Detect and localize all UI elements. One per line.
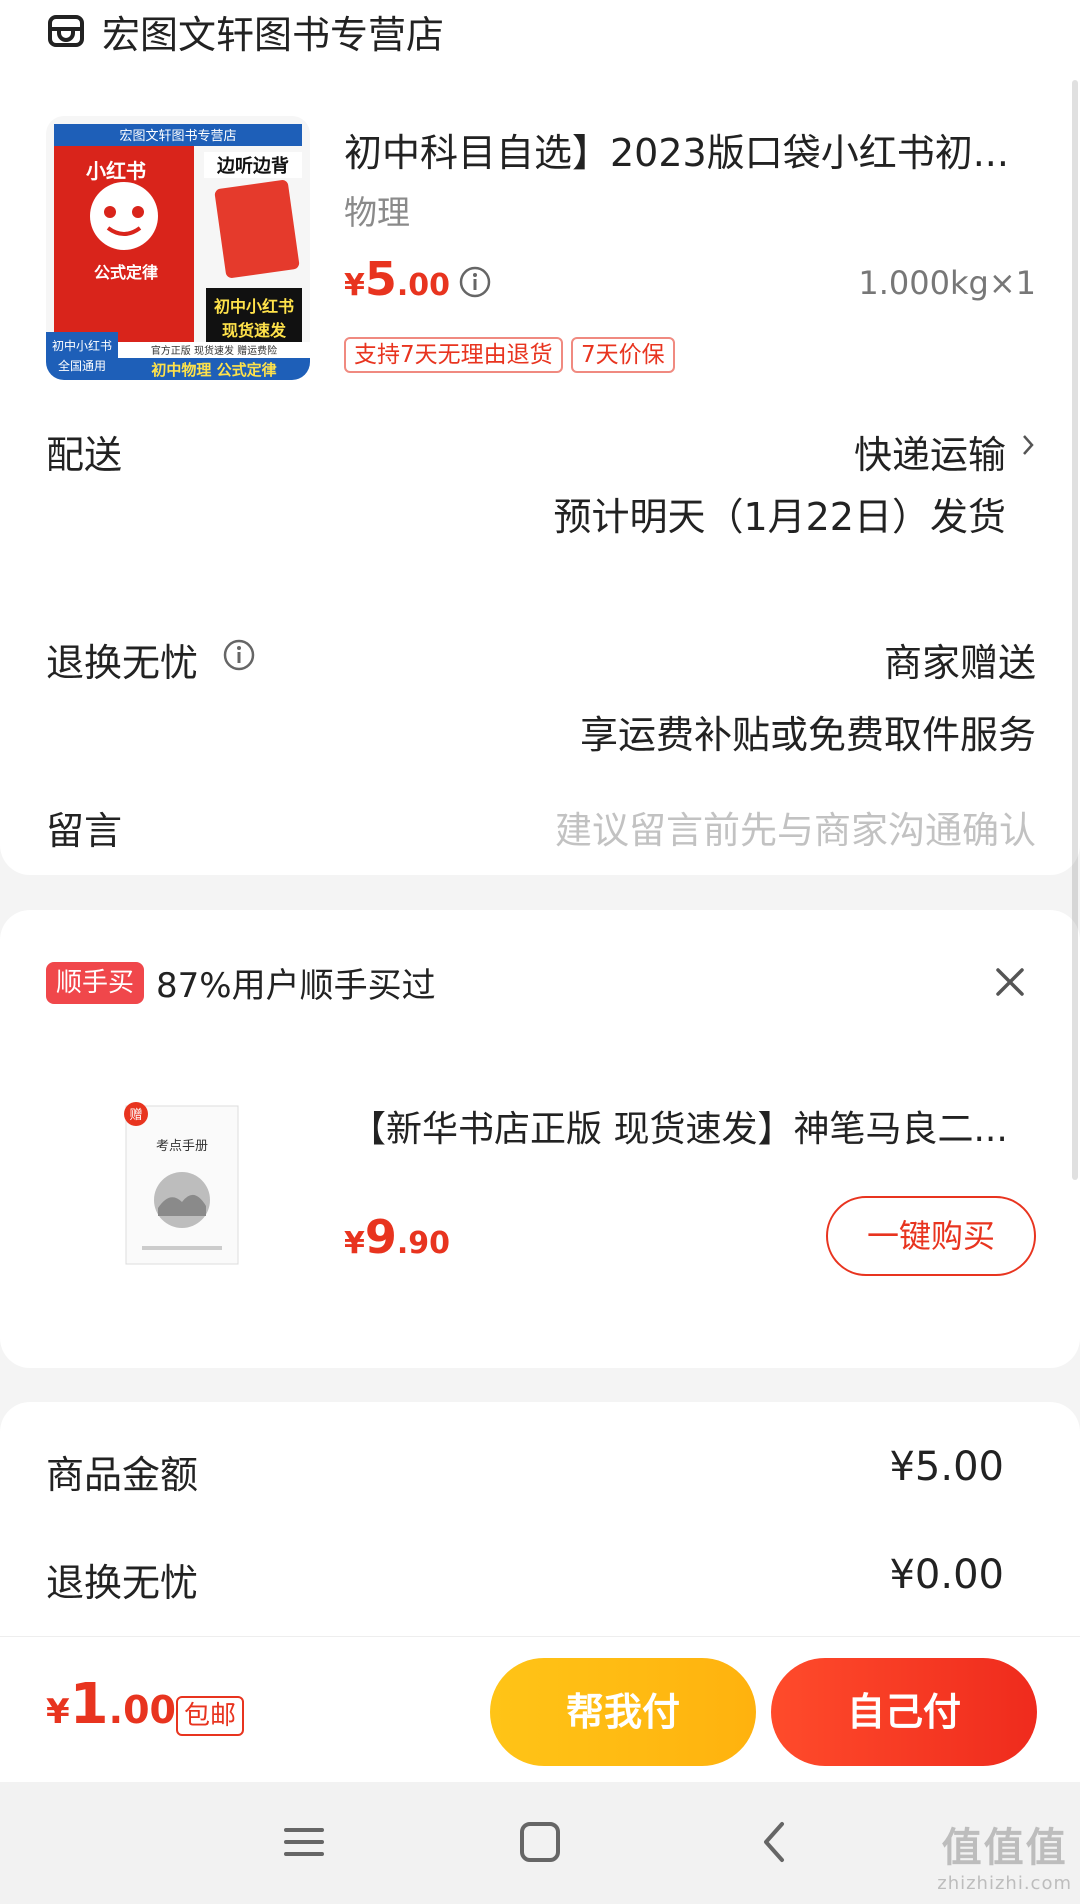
return-service-label: 退换无忧 bbox=[46, 641, 199, 685]
price-integer: 9 bbox=[364, 1210, 397, 1264]
help-pay-button[interactable]: 帮我付 bbox=[490, 1658, 756, 1766]
recommend-item-image[interactable]: 赠 考点手册 bbox=[118, 1100, 246, 1270]
cover-brand: 小红书 bbox=[86, 159, 146, 183]
close-icon[interactable] bbox=[990, 962, 1030, 1002]
store-header[interactable]: 宏图文轩图书专营店 bbox=[46, 6, 445, 57]
watermark-url: zhizhizhi.com bbox=[937, 1873, 1072, 1894]
watermark: 值值值 zhizhizhi.com bbox=[937, 1815, 1072, 1894]
system-nav-bar bbox=[0, 1782, 1080, 1904]
delivery-label: 配送 bbox=[46, 433, 123, 477]
store-name: 宏图文轩图书专营店 bbox=[102, 12, 445, 57]
price-currency: ¥ bbox=[344, 268, 365, 303]
product-price: ¥5.00 bbox=[344, 252, 450, 306]
summary-label-return: 退换无忧 bbox=[46, 1561, 199, 1605]
cover-listen: 边听边背 bbox=[216, 155, 289, 177]
summary-value-goods: ¥5.00 bbox=[889, 1444, 1004, 1490]
recent-apps-icon[interactable] bbox=[282, 1812, 326, 1872]
book-title: 考点手册 bbox=[156, 1139, 208, 1154]
total-decimal: .00 bbox=[108, 1688, 176, 1732]
chevron-right-icon[interactable] bbox=[1020, 430, 1038, 460]
back-icon[interactable] bbox=[756, 1812, 792, 1872]
cover-bottom-strip: 官方正版 现货速发 赠运费险 bbox=[151, 344, 277, 357]
cover-title: 公式定律 bbox=[94, 263, 158, 282]
return-info-icon[interactable] bbox=[222, 638, 256, 672]
message-label: 留言 bbox=[46, 809, 123, 853]
product-title[interactable]: 初中科目自选】2023版口袋小红书初... bbox=[344, 122, 1044, 177]
return-service-value: 商家赠送 bbox=[883, 641, 1036, 685]
delivery-method[interactable]: 快递运输 bbox=[854, 424, 1006, 479]
cover-promo-2: 现货速发 bbox=[222, 321, 287, 340]
total-price: ¥1.00 bbox=[46, 1672, 176, 1737]
watermark-logo: 值值值 bbox=[941, 1825, 1068, 1871]
message-input[interactable]: 建议留言前先与商家沟通确认 bbox=[555, 800, 1036, 854]
self-pay-button[interactable]: 自己付 bbox=[771, 1658, 1037, 1766]
cover-bottom-left-1: 初中小红书 bbox=[52, 338, 112, 353]
recommend-title: 87%用户顺手买过 bbox=[156, 966, 436, 1006]
product-image[interactable]: 宏图文轩图书专营店 小红书 公式定律 边听边背 初中小红书 现货速发 初中小红书… bbox=[46, 116, 310, 380]
recommend-item-price: ¥9.90 bbox=[344, 1210, 450, 1264]
price-currency: ¥ bbox=[344, 1226, 365, 1261]
delivery-estimate: 预计明天（1月22日）发货 bbox=[553, 495, 1006, 539]
return-service-desc: 享运费补贴或免费取件服务 bbox=[579, 713, 1036, 757]
price-decimal: .00 bbox=[396, 268, 451, 303]
tag-price-protect: 7天价保 bbox=[571, 337, 675, 373]
gift-badge: 赠 bbox=[129, 1108, 142, 1123]
free-shipping-badge: 包邮 bbox=[176, 1696, 245, 1736]
cover-bottom-left-2: 全国通用 bbox=[58, 358, 106, 373]
recommend-badge: 顺手买 bbox=[46, 962, 145, 1004]
tag-return: 支持7天无理由退货 bbox=[344, 337, 563, 373]
price-info-icon[interactable] bbox=[458, 265, 492, 299]
home-icon[interactable] bbox=[516, 1812, 564, 1872]
summary-value-return: ¥0.00 bbox=[889, 1552, 1004, 1598]
cover-top-banner: 宏图文轩图书专营店 bbox=[119, 129, 236, 144]
total-currency: ¥ bbox=[46, 1692, 70, 1732]
product-weight-quantity: 1.000kg×1 bbox=[858, 264, 1036, 302]
shop-icon bbox=[48, 15, 84, 47]
summary-label-goods: 商品金额 bbox=[46, 1453, 199, 1497]
cover-bottom-title: 初中物理 公式定律 bbox=[151, 361, 276, 379]
total-integer: 1 bbox=[69, 1672, 109, 1737]
price-integer: 5 bbox=[364, 252, 397, 306]
cover-promo-1: 初中小红书 bbox=[214, 297, 294, 316]
scrollbar[interactable] bbox=[1072, 80, 1078, 1180]
recommend-item-name[interactable]: 【新华书店正版 现货速发】神笔马良二... bbox=[350, 1100, 1030, 1152]
product-spec[interactable]: 物理 bbox=[344, 186, 410, 234]
price-decimal: .90 bbox=[396, 1226, 451, 1261]
one-click-buy-button[interactable]: 一键购买 bbox=[826, 1196, 1036, 1276]
